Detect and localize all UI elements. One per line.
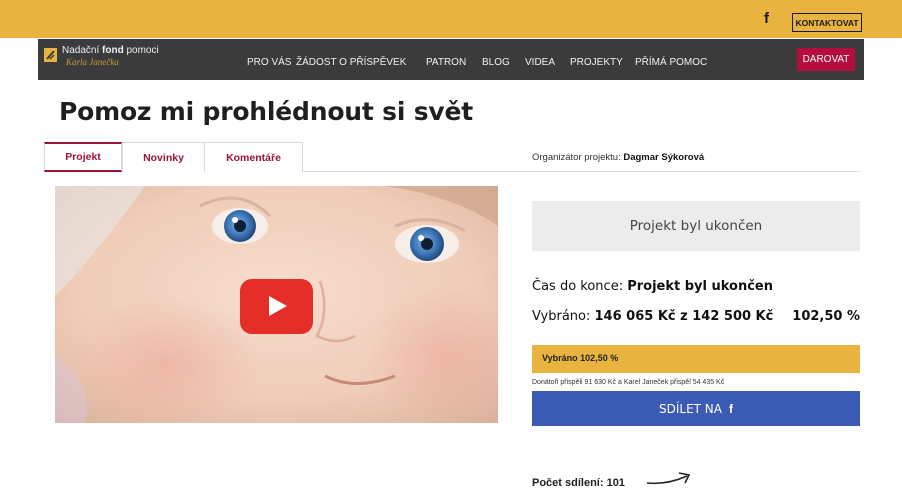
logo-text-suffix: pomoci	[123, 45, 159, 56]
page-title: Pomoz mi prohlédnout si svět	[59, 97, 473, 126]
logo-text-prefix: Nadační	[62, 45, 103, 56]
nav-item-projekty[interactable]: PROJEKTY	[570, 57, 623, 68]
nav-item-videa[interactable]: VIDEA	[525, 57, 555, 68]
amount-raised: Vybráno: 146 065 Kč z 142 500 Kč	[532, 309, 773, 324]
share-count: Počet sdílení: 101	[532, 477, 625, 489]
share-label: SDÍLET NA	[659, 401, 722, 416]
facebook-icon: f	[729, 401, 733, 416]
raised-label: Vybráno:	[532, 309, 595, 324]
time-label: Čas do konce:	[532, 279, 628, 294]
top-bar: f KONTAKTOVAT	[0, 0, 902, 38]
raised-percent: 102,50 %	[792, 309, 860, 324]
nav-item-pro-vas[interactable]: PRO VÁS	[247, 57, 291, 68]
donate-button[interactable]: DAROVAT	[797, 48, 855, 71]
nav-item-zadost[interactable]: ŽÁDOST O PŘÍSPĚVEK	[296, 57, 406, 68]
nav-item-blog[interactable]: BLOG	[482, 57, 510, 68]
organizer-label: Organizátor projektu:	[532, 152, 624, 163]
tab-komentare[interactable]: Komentáře	[204, 142, 303, 172]
tab-projekt[interactable]: Projekt	[44, 142, 122, 172]
organizer-name: Dagmar Sýkorová	[623, 152, 705, 163]
project-video[interactable]	[55, 186, 498, 423]
logo-signature: Karla Janečka	[66, 57, 119, 67]
nav-item-prima-pomoc[interactable]: PŘÍMÁ POMOC	[635, 57, 707, 68]
funding-progress-bar: Vybráno 102,50 %	[532, 345, 860, 373]
tab-divider	[303, 171, 861, 172]
time-remaining: Čas do konce: Projekt byl ukončen	[532, 279, 773, 294]
project-ended-box: Projekt byl ukončen	[532, 201, 860, 251]
arrow-icon	[646, 472, 691, 485]
tab-novinky[interactable]: Novinky	[122, 142, 205, 172]
project-organizer: Organizátor projektu: Dagmar Sýkorová	[532, 152, 704, 163]
logo-text-bold: fond	[102, 45, 124, 56]
main-nav: Nadační fond pomoci Karla Janečka PRO VÁ…	[38, 39, 864, 80]
youtube-play-icon[interactable]	[240, 279, 313, 334]
share-facebook-button[interactable]: SDÍLET NA f	[532, 391, 860, 426]
contact-button[interactable]: KONTAKTOVAT	[792, 13, 862, 32]
donors-note: Donátoři přispěli 91 630 Kč a Karel Jane…	[532, 379, 725, 386]
facebook-icon[interactable]: f	[764, 10, 769, 27]
logo-text[interactable]: Nadační fond pomoci	[62, 45, 159, 56]
nav-item-patron[interactable]: PATRON	[426, 57, 466, 68]
raised-value: 146 065 Kč z 142 500 Kč	[594, 309, 774, 324]
progress-label: Vybráno 102,50 %	[542, 353, 619, 363]
logo-icon[interactable]	[44, 48, 57, 62]
time-value: Projekt byl ukončen	[627, 279, 774, 294]
